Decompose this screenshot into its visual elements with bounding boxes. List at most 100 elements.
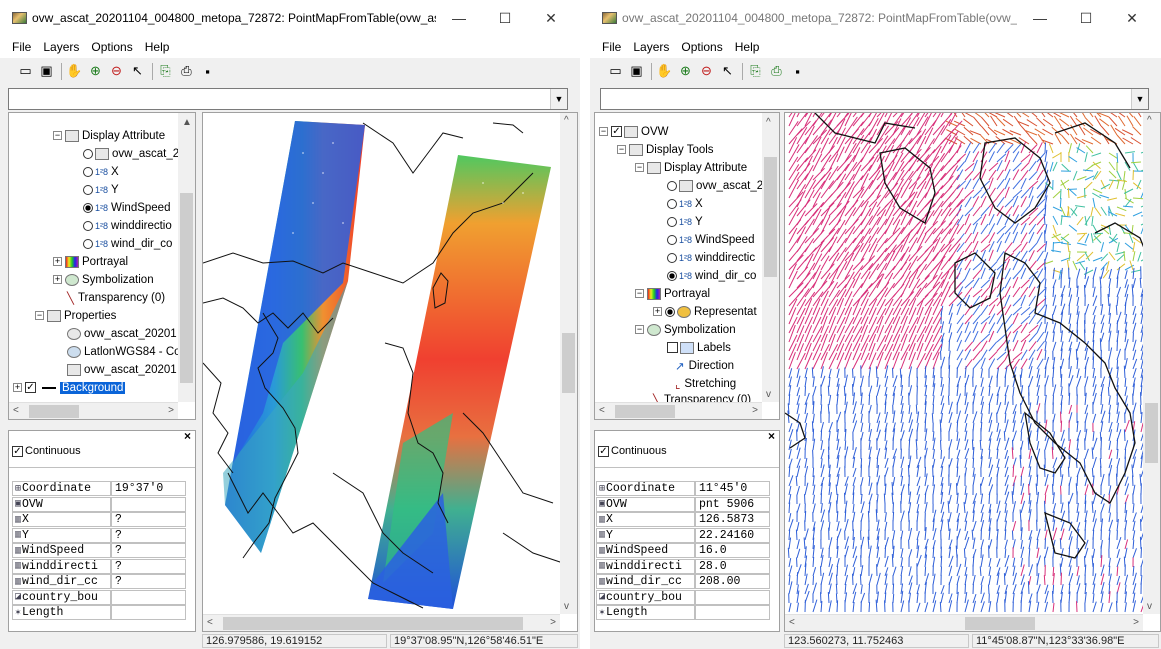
- pixel-info-value: 208.00: [695, 574, 770, 589]
- tree-prop-1[interactable]: ovw_ascat_20201: [67, 325, 177, 342]
- chevron-down-icon[interactable]: ▼: [1131, 89, 1148, 109]
- tree-attr-windspeed[interactable]: 1²8 WindSpeed: [667, 231, 754, 248]
- pixel-info-value: ?: [111, 543, 186, 558]
- pixel-info-label: ▥ WindSpeed: [12, 543, 111, 558]
- menu-file[interactable]: File: [596, 40, 627, 54]
- pixel-info-row: ▥ wind_dir_cc?: [12, 574, 186, 589]
- tree-horizontal-scrollbar[interactable]: < >: [595, 402, 762, 419]
- pixel-info-label: ◪ country_bou: [12, 589, 111, 605]
- chevron-down-icon[interactable]: ▼: [550, 89, 567, 109]
- tree-display-attribute[interactable]: − Display Attribute: [53, 127, 165, 144]
- maximize-button[interactable]: ☐: [1063, 4, 1109, 32]
- tree-attr-y[interactable]: 1²8 Y: [667, 213, 703, 230]
- pixel-info-row: ⊞ Coordinate 19°37'0: [12, 481, 186, 496]
- field-icon: ⊞: [15, 483, 22, 495]
- tree-attr-wind-dir[interactable]: 1²8 wind_dir_co: [667, 267, 756, 284]
- tree-display-tools[interactable]: − Display Tools: [617, 141, 714, 158]
- tree-attr-winddirection[interactable]: 1²8 winddirectic: [667, 249, 755, 266]
- pan-hand-icon[interactable]: ✋: [655, 62, 674, 81]
- globe-icon: [67, 327, 81, 340]
- map-canvas[interactable]: [203, 113, 578, 632]
- symbol-icon: [647, 323, 661, 336]
- tree-portrayal[interactable]: + Portrayal: [53, 253, 128, 270]
- zoom-in-icon[interactable]: ⊕: [676, 62, 695, 81]
- zoom-out-icon[interactable]: ⊖: [107, 62, 126, 81]
- pixel-info-label: ▥ winddirecti: [12, 558, 111, 574]
- zoom-out-icon[interactable]: ⊖: [697, 62, 716, 81]
- pointer-icon[interactable]: ↖: [128, 62, 147, 81]
- tree-direction[interactable]: ↗ Direction: [675, 357, 734, 374]
- menu-bar: File Layers Options Help: [590, 36, 1161, 58]
- tree-attr-ovw[interactable]: ovw_ascat_2: [83, 145, 179, 162]
- tree-portrayal[interactable]: − Portrayal: [635, 285, 710, 302]
- tree-vertical-scrollbar[interactable]: ^ v: [762, 113, 779, 402]
- tree-prop-3[interactable]: ovw_ascat_20201: [67, 361, 177, 378]
- minimize-button[interactable]: —: [436, 4, 482, 32]
- pointer-icon[interactable]: ↖: [718, 62, 737, 81]
- tree-prop-2[interactable]: LatlonWGS84 - Co: [67, 343, 181, 360]
- tree-attr-y[interactable]: 1²8 Y: [83, 181, 119, 198]
- tree-background[interactable]: + ✓ Background: [13, 379, 126, 396]
- maximize-button[interactable]: ☐: [482, 4, 528, 32]
- checkbox[interactable]: ✓: [25, 382, 36, 393]
- tree-symbolization[interactable]: − Symbolization: [635, 321, 736, 338]
- pixel-info-value: ?: [111, 558, 186, 574]
- close-button[interactable]: ✕: [528, 4, 574, 32]
- map-view[interactable]: ^ v < >: [784, 112, 1161, 632]
- tree-attr-x[interactable]: 1²8 X: [667, 195, 703, 212]
- print-icon[interactable]: ⎙: [767, 62, 786, 81]
- save-icon[interactable]: ▪: [198, 62, 217, 81]
- map-horizontal-scrollbar[interactable]: < >: [203, 614, 560, 631]
- map-horizontal-scrollbar[interactable]: < >: [785, 614, 1143, 631]
- pixel-info-row: ✶ Length: [596, 605, 770, 620]
- menu-file[interactable]: File: [6, 40, 37, 54]
- map-vertical-scrollbar[interactable]: ^ v: [560, 113, 577, 614]
- pixel-info-value: ?: [111, 512, 186, 527]
- save-icon[interactable]: ▪: [788, 62, 807, 81]
- close-panel-icon[interactable]: ×: [768, 431, 775, 443]
- tree-vertical-scrollbar[interactable]: ▲: [178, 113, 195, 402]
- open-icon[interactable]: ▣: [37, 62, 56, 81]
- tree-display-attribute[interactable]: − Display Attribute: [635, 159, 747, 176]
- open-icon[interactable]: ▣: [627, 62, 646, 81]
- map-view[interactable]: ^ v < >: [202, 112, 578, 632]
- pixel-info-row: ▥ WindSpeed 16.0: [596, 543, 770, 558]
- tree-representation[interactable]: + Representat: [653, 303, 757, 320]
- command-combobox[interactable]: ▼: [600, 88, 1149, 110]
- new-window-icon[interactable]: ▭: [606, 62, 625, 81]
- tree-horizontal-scrollbar[interactable]: < >: [9, 402, 178, 419]
- wind-vector-canvas[interactable]: [785, 113, 1161, 632]
- zoom-in-icon[interactable]: ⊕: [86, 62, 105, 81]
- print-icon[interactable]: ⎙: [177, 62, 196, 81]
- close-button[interactable]: ✕: [1109, 4, 1155, 32]
- tree-transparency[interactable]: ╲ Transparency (0): [67, 289, 165, 306]
- tree-ovw[interactable]: − ✓ OVW: [599, 123, 668, 140]
- continuous-checkbox[interactable]: ✓ Continuous: [12, 445, 81, 457]
- continuous-checkbox[interactable]: ✓ Continuous: [598, 445, 667, 457]
- pixel-info-label: ▣ OVW: [596, 496, 695, 512]
- tree-stretching[interactable]: ⌞ Stretching: [675, 375, 736, 392]
- tree-properties[interactable]: − Properties: [35, 307, 116, 324]
- minimize-button[interactable]: —: [1017, 4, 1063, 32]
- menu-layers[interactable]: Layers: [37, 40, 85, 54]
- tree-attr-x[interactable]: 1²8 X: [83, 163, 119, 180]
- menu-help[interactable]: Help: [729, 40, 766, 54]
- menu-options[interactable]: Options: [675, 40, 728, 54]
- close-panel-icon[interactable]: ×: [184, 431, 191, 443]
- tree-attr-wind-dir[interactable]: 1²8 wind_dir_co: [83, 235, 172, 252]
- copy-icon[interactable]: ⎘: [156, 62, 175, 81]
- menu-help[interactable]: Help: [139, 40, 176, 54]
- menu-options[interactable]: Options: [85, 40, 138, 54]
- command-combobox[interactable]: ▼: [8, 88, 568, 110]
- menu-layers[interactable]: Layers: [627, 40, 675, 54]
- pan-hand-icon[interactable]: ✋: [65, 62, 84, 81]
- tree-attr-winddirection[interactable]: 1²8 winddirectio: [83, 217, 172, 234]
- tree-labels[interactable]: Labels: [667, 339, 731, 356]
- tree-attr-windspeed[interactable]: 1²8 WindSpeed: [83, 199, 170, 216]
- copy-icon[interactable]: ⎘: [746, 62, 765, 81]
- map-vertical-scrollbar[interactable]: ^ v: [1143, 113, 1160, 614]
- tree-attr-ovw[interactable]: ovw_ascat_2: [667, 177, 763, 194]
- new-window-icon[interactable]: ▭: [16, 62, 35, 81]
- tree-symbolization[interactable]: + Symbolization: [53, 271, 154, 288]
- app-icon: [602, 12, 617, 24]
